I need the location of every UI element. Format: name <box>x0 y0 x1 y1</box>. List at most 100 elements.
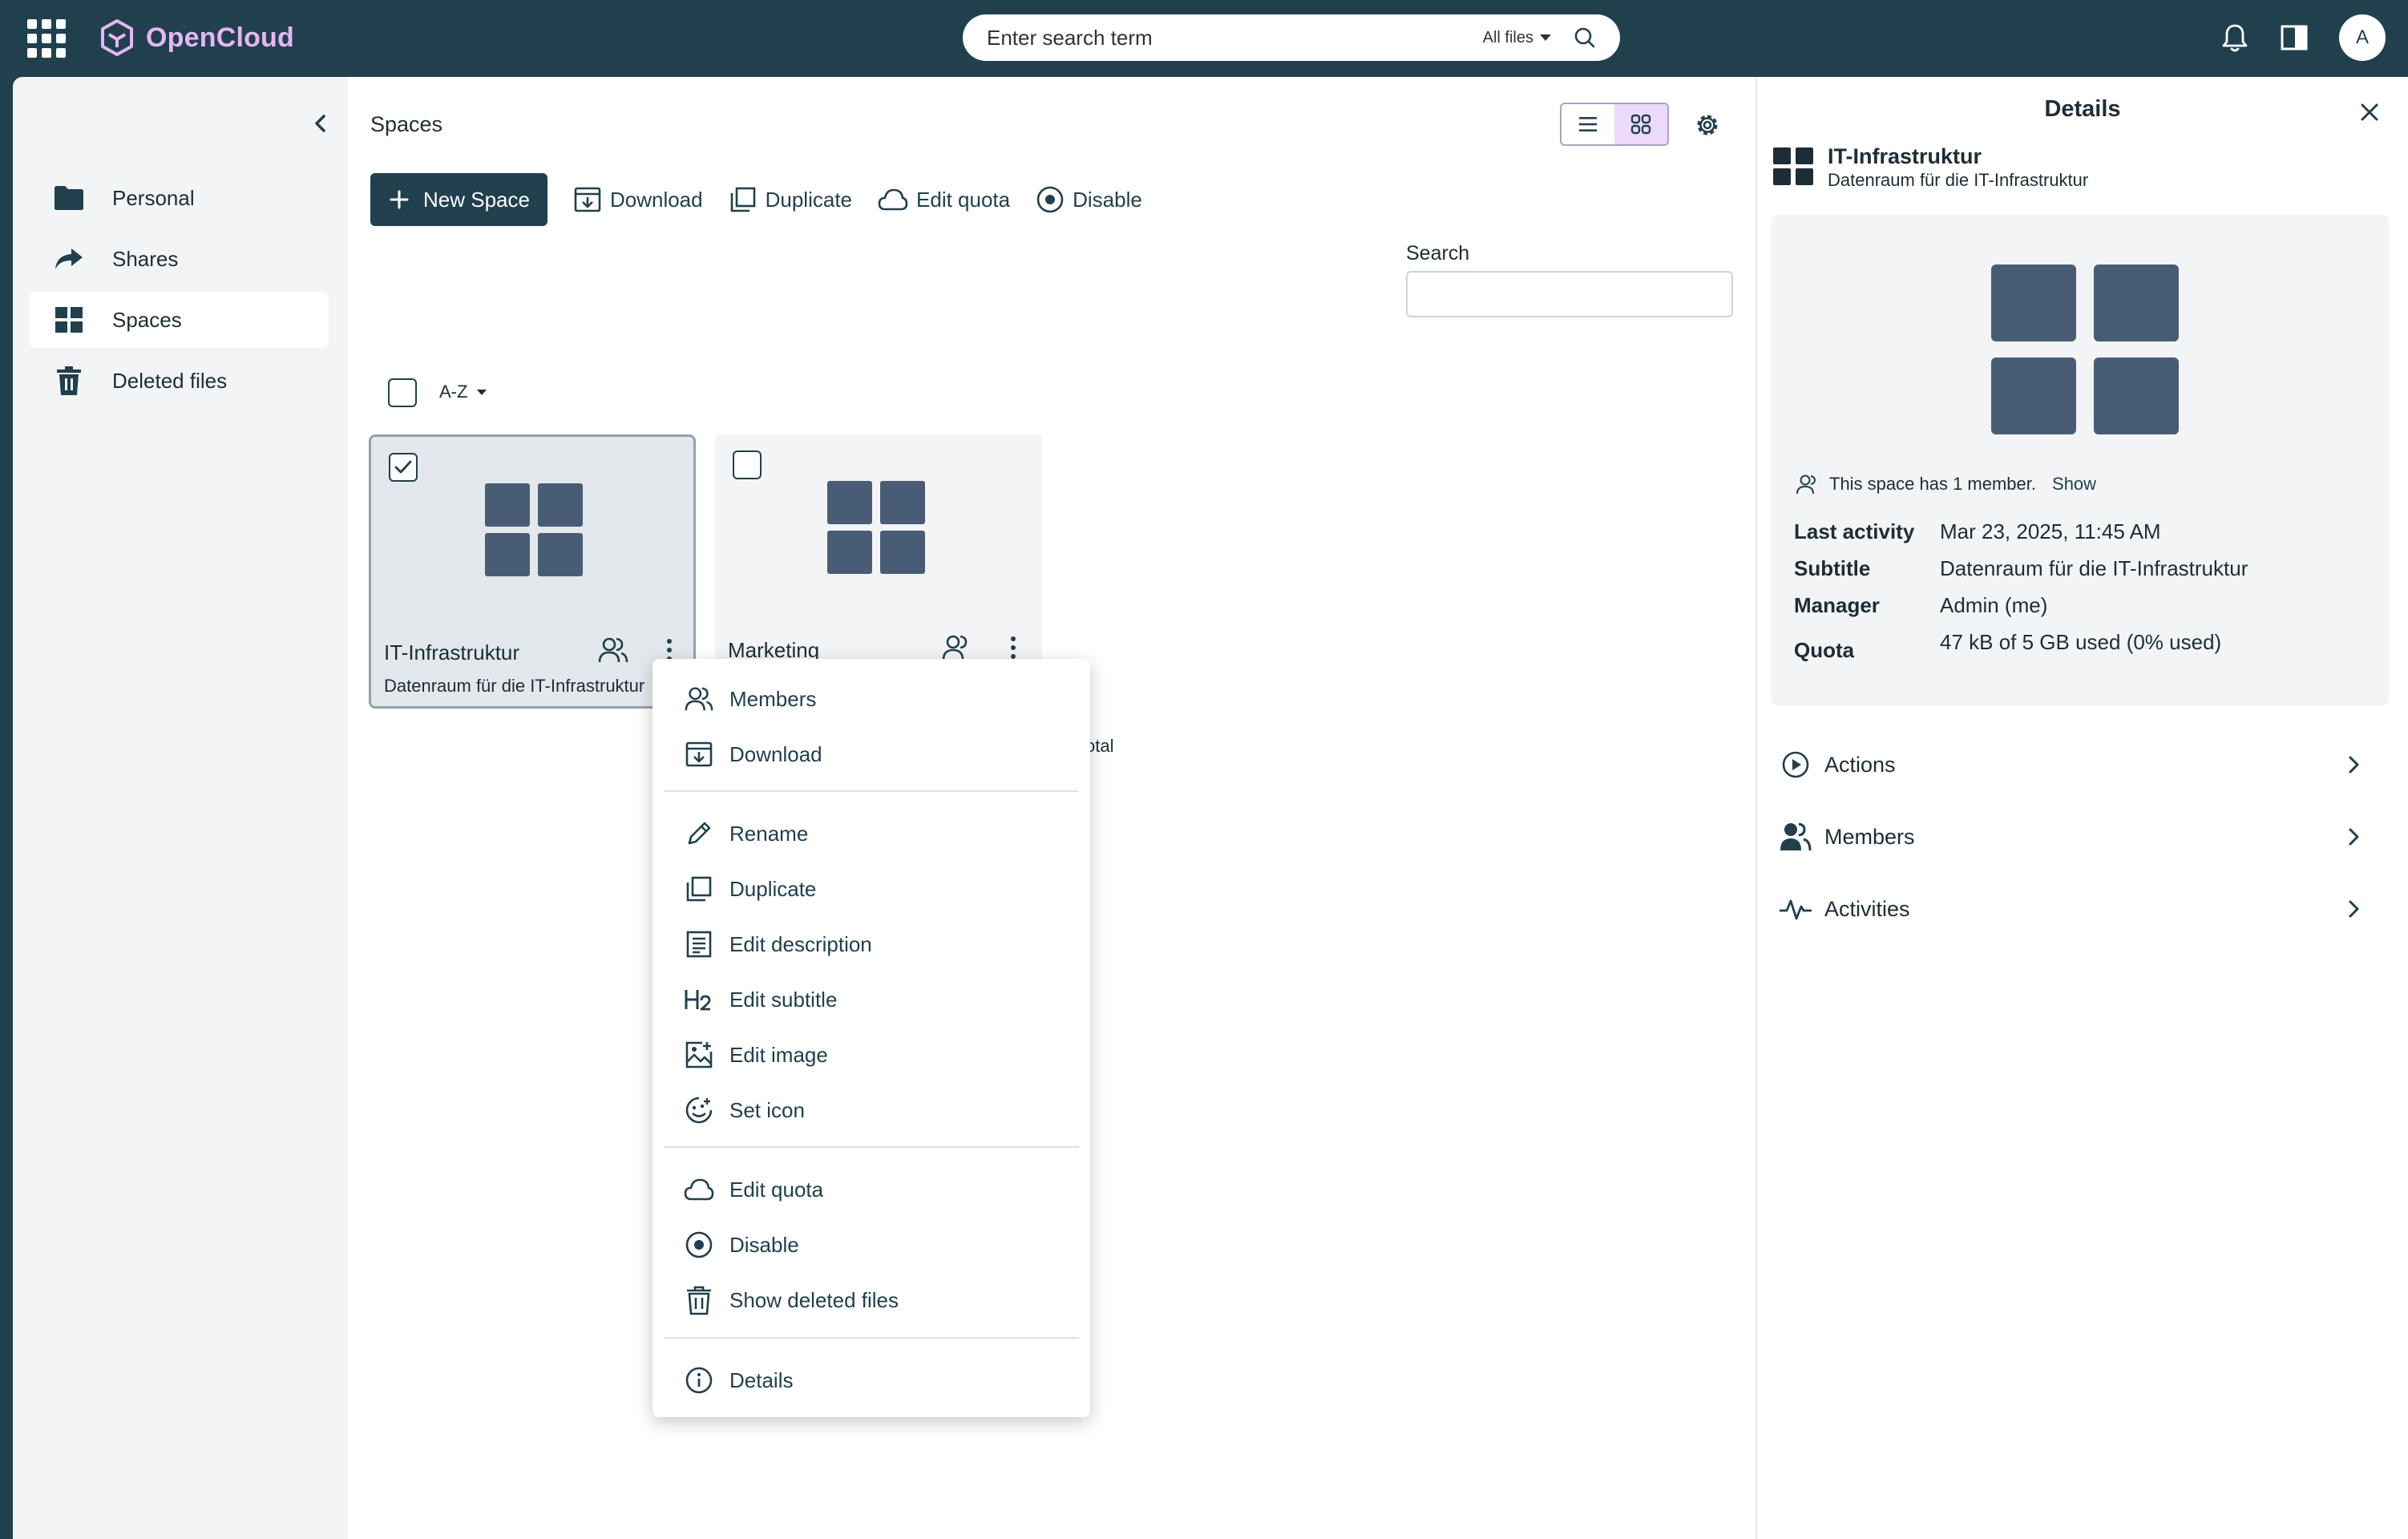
menu-item-label: Details <box>729 1367 794 1392</box>
sidebar-item-shares[interactable]: Shares <box>29 231 329 287</box>
section-members[interactable]: Members <box>1780 813 2389 861</box>
menu-item-label: Download <box>729 741 822 766</box>
app-switcher-icon[interactable] <box>27 19 66 58</box>
space-card-checkbox[interactable] <box>389 453 418 482</box>
select-all-checkbox[interactable] <box>388 378 417 407</box>
global-search-input[interactable] <box>987 25 1483 50</box>
sidebar-item-spaces[interactable]: Spaces <box>29 292 329 348</box>
property-key: Subtitle <box>1794 556 1871 580</box>
show-members-link[interactable]: Show <box>2052 474 2096 495</box>
left-sidebar: Personal Shares Spaces Deleted files <box>13 77 348 1539</box>
space-card-subtitle: Datenraum für die IT-Infrastruktur <box>384 676 645 696</box>
details-space-name: IT-Infrastruktur <box>1828 144 1982 168</box>
close-icon[interactable] <box>2353 96 2386 128</box>
members-icon <box>683 683 715 715</box>
space-card-checkbox[interactable] <box>733 450 762 479</box>
checkmark-icon <box>394 460 412 474</box>
menu-item-label: Edit quota <box>729 1177 824 1202</box>
heading-icon <box>683 984 715 1016</box>
sort-label: A-Z <box>439 382 468 402</box>
members-filled-icon <box>1780 821 1812 853</box>
sidebar-item-deleted-files[interactable]: Deleted files <box>29 353 329 409</box>
global-search-bar[interactable]: All files <box>963 14 1620 61</box>
collapse-sidebar-chevron-left-icon[interactable] <box>305 107 337 139</box>
sidebar-item-label: Shares <box>112 246 179 271</box>
new-space-label: New Space <box>423 187 530 212</box>
menu-item-label: Set icon <box>729 1097 805 1122</box>
menu-divider <box>664 1146 1079 1148</box>
disable-button[interactable]: Disable <box>1036 185 1142 214</box>
app-name: OpenCloud <box>146 22 294 53</box>
gear-icon[interactable] <box>1691 109 1723 141</box>
space-card-title[interactable]: IT-Infrastruktur <box>384 640 519 665</box>
breadcrumb[interactable]: Spaces <box>370 112 442 137</box>
caret-down-icon <box>1540 34 1551 41</box>
notifications-bell-icon[interactable] <box>2217 20 2252 55</box>
app-logo[interactable]: OpenCloud <box>99 18 294 58</box>
tiles-view-icon[interactable] <box>1614 104 1667 144</box>
caret-down-icon <box>477 389 487 395</box>
menu-item-edit-image[interactable]: Edit image <box>683 1034 1068 1076</box>
search-scope-dropdown[interactable]: All files <box>1483 29 1551 47</box>
property-value: Datenraum für die IT-Infrastruktur <box>1940 556 2248 580</box>
edit-quota-button[interactable]: Edit quota <box>878 187 1010 212</box>
space-context-menu: Members Download Rename Duplicate Edit d… <box>653 659 1090 1417</box>
trash-icon <box>53 365 85 397</box>
duplicate-label: Duplicate <box>765 187 853 212</box>
image-edit-icon <box>683 1039 715 1071</box>
spaces-grid-icon <box>53 304 85 336</box>
menu-item-show-deleted-files[interactable]: Show deleted files <box>683 1279 1068 1321</box>
menu-item-members[interactable]: Members <box>683 678 1068 720</box>
menu-item-label: Edit subtitle <box>729 987 838 1012</box>
property-value: Mar 23, 2025, 11:45 AM <box>1940 519 2161 543</box>
info-icon <box>683 1364 715 1396</box>
space-thumbnail-icon <box>485 483 588 576</box>
property-key: Last activity <box>1794 519 1915 543</box>
space-grid-icon <box>1773 147 1813 186</box>
menu-item-edit-subtitle[interactable]: Edit subtitle <box>683 979 1068 1020</box>
menu-item-download[interactable]: Download <box>683 733 1068 775</box>
menu-item-disable[interactable]: Disable <box>683 1224 1068 1266</box>
pencil-icon <box>683 818 715 850</box>
section-actions[interactable]: Actions <box>1780 741 2389 789</box>
download-label: Download <box>609 187 703 212</box>
list-view-icon[interactable] <box>1562 104 1614 144</box>
top-bar: OpenCloud All files A <box>0 0 2408 75</box>
members-icon[interactable] <box>597 634 629 666</box>
section-activities[interactable]: Activities <box>1780 885 2389 933</box>
property-value: 47 kB of 5 GB used (0% used) <box>1940 630 2222 654</box>
sidebar-item-label: Spaces <box>112 307 182 332</box>
space-thumbnail-icon <box>827 481 930 574</box>
chevron-right-icon <box>2337 749 2370 781</box>
view-mode-toggle <box>1560 103 1669 146</box>
space-card-it-infrastruktur[interactable]: IT-Infrastruktur Datenraum für die IT-In… <box>369 434 696 709</box>
opencloud-logo-icon <box>101 19 133 56</box>
details-panel: Details IT-Infrastruktur Datenraum für d… <box>1755 77 2408 1539</box>
menu-item-details[interactable]: Details <box>683 1359 1068 1401</box>
search-icon[interactable] <box>1574 26 1596 49</box>
menu-item-set-icon[interactable]: Set icon <box>683 1089 1068 1131</box>
sidebar-toggle-icon[interactable] <box>2277 20 2312 55</box>
member-count-text: This space has 1 member. <box>1829 474 2037 494</box>
menu-item-edit-description[interactable]: Edit description <box>683 923 1068 965</box>
menu-item-rename[interactable]: Rename <box>683 813 1068 854</box>
property-key: Manager <box>1794 593 1880 617</box>
menu-item-label: Show deleted files <box>729 1287 899 1312</box>
user-avatar[interactable]: A <box>2339 14 2386 61</box>
duplicate-button[interactable]: Duplicate <box>729 185 852 214</box>
menu-item-edit-quota[interactable]: Edit quota <box>683 1169 1068 1210</box>
filter-search-input[interactable] <box>1406 271 1733 317</box>
disable-label: Disable <box>1073 187 1142 212</box>
download-button[interactable]: Download <box>573 185 703 214</box>
menu-item-duplicate[interactable]: Duplicate <box>683 868 1068 910</box>
details-space-subtitle: Datenraum für die IT-Infrastruktur <box>1828 170 2089 190</box>
sort-dropdown[interactable]: A-Z <box>439 382 487 402</box>
menu-item-label: Rename <box>729 821 809 846</box>
filter-search-label: Search <box>1406 242 1470 265</box>
new-space-button[interactable]: New Space <box>370 173 547 226</box>
stop-circle-icon <box>1036 186 1064 213</box>
activity-icon <box>1780 893 1812 925</box>
details-info-card: This space has 1 member. Show Last activ… <box>1772 215 2389 705</box>
sidebar-item-personal[interactable]: Personal <box>29 170 329 226</box>
member-count-line: This space has 1 member. Show <box>1796 473 2096 495</box>
